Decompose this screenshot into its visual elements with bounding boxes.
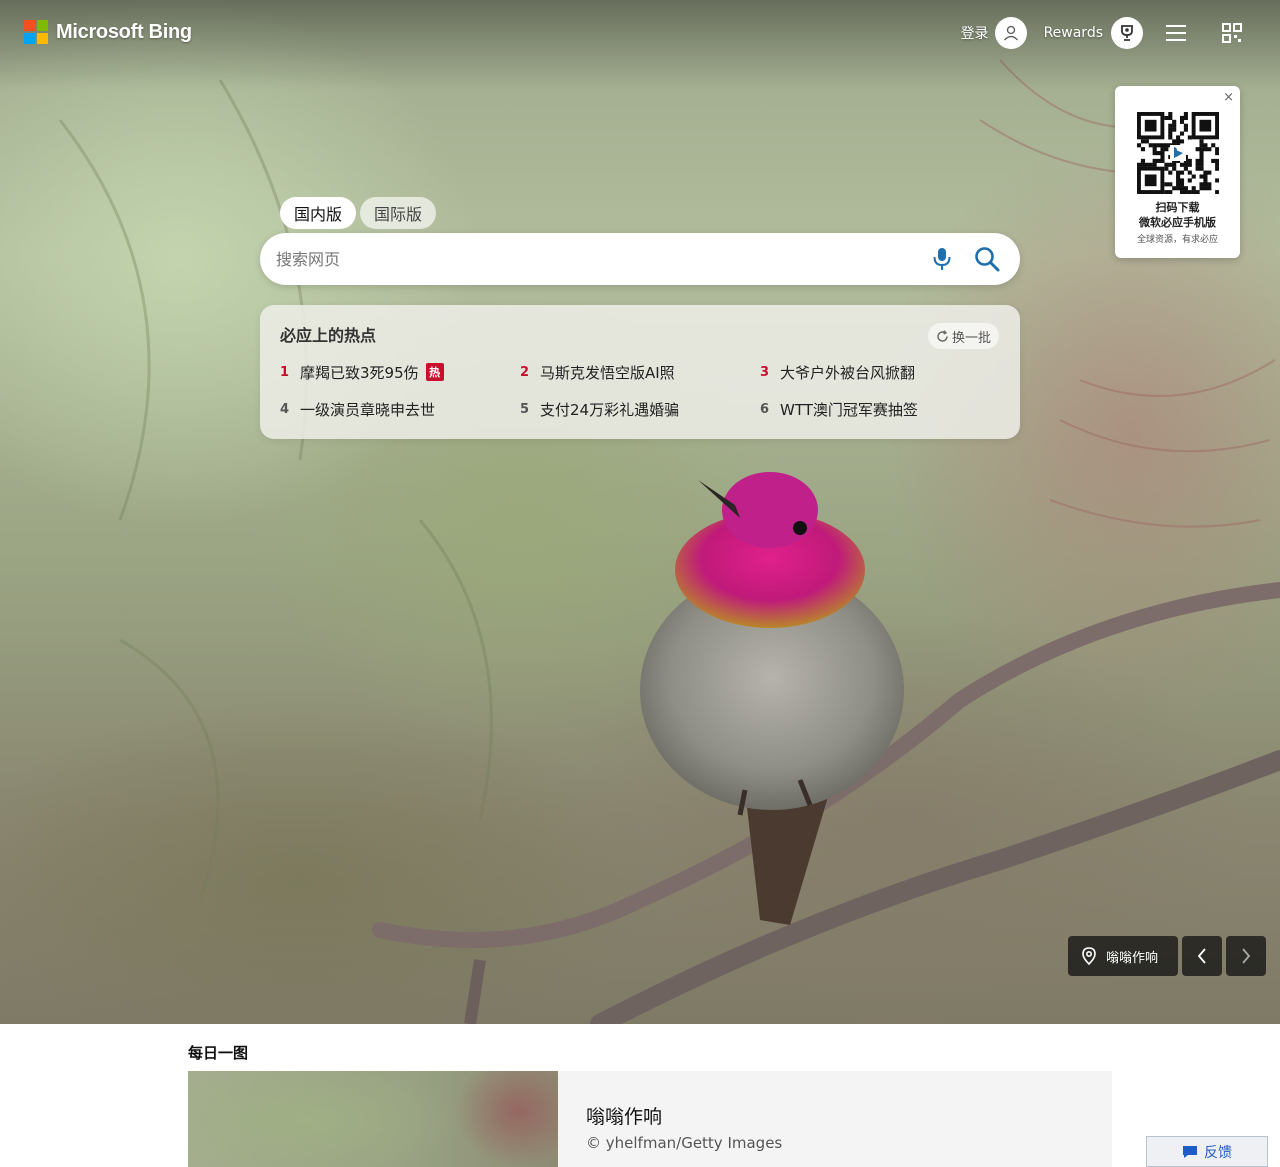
trending-rank: 4	[280, 401, 290, 417]
trending-item-3[interactable]: 3 大爷户外被台风掀翻	[760, 361, 915, 383]
daily-image-card[interactable]: 嗡嗡作响 © yhelfman/Getty Images	[188, 1071, 1112, 1167]
tab-international[interactable]: 国际版	[360, 197, 437, 229]
qr-code-icon[interactable]	[1222, 23, 1242, 43]
trending-item-4[interactable]: 4 一级演员章晓申去世	[280, 398, 435, 420]
bing-logo[interactable]: Microsoft Bing	[24, 20, 192, 44]
image-location-button[interactable]: 嗡嗡作响	[1068, 936, 1178, 976]
daily-image-thumbnail[interactable]	[188, 1071, 558, 1167]
feedback-label: 反馈	[1204, 1144, 1232, 1161]
chevron-right-icon	[1242, 948, 1251, 964]
trending-item-2[interactable]: 2 马斯克发悟空版AI照	[520, 361, 675, 383]
trending-text: 马斯克发悟空版AI照	[540, 363, 675, 382]
daily-image-credit: © yhelfman/Getty Images	[586, 1134, 783, 1152]
previous-image-button[interactable]	[1182, 936, 1222, 976]
hummingbird-scene	[58, 59, 1280, 1024]
header-actions: 登录 Rewards	[961, 16, 1242, 50]
trending-text: 一级演员章晓申去世	[300, 400, 436, 419]
trending-text: WTT澳门冠军赛抽签	[780, 400, 918, 419]
user-icon	[994, 17, 1027, 49]
trending-text: 大爷户外被台风掀翻	[780, 363, 916, 382]
trending-title: 必应上的热点	[280, 326, 377, 345]
hamburger-menu-icon[interactable]	[1166, 21, 1190, 45]
trending-item-1[interactable]: 1 摩羯已致3死95伤 热	[280, 361, 444, 383]
feedback-button[interactable]: 反馈	[1146, 1136, 1268, 1167]
rewards-trophy-icon	[1111, 17, 1143, 49]
trending-item-5[interactable]: 5 支付24万彩礼遇婚骗	[520, 398, 679, 420]
search-box	[260, 233, 1020, 285]
search-scope-tabs: 国内版 国际版	[280, 197, 437, 229]
daily-image-title[interactable]: 嗡嗡作响	[586, 1102, 662, 1129]
background-image	[0, 0, 1280, 1024]
qr-tagline: 全球资源，有求必应	[1136, 235, 1218, 245]
rewards-label: Rewards	[1043, 25, 1103, 41]
location-pin-icon	[1082, 947, 1096, 965]
next-image-button[interactable]	[1226, 936, 1266, 976]
microsoft-logo-icon	[24, 20, 48, 44]
qr-title: 扫码下载	[1155, 201, 1200, 214]
tab-domestic[interactable]: 国内版	[280, 197, 357, 229]
qr-code-image	[1137, 112, 1219, 194]
trending-rank: 5	[520, 401, 530, 417]
microphone-icon[interactable]	[932, 247, 952, 271]
refresh-label: 换一批	[952, 330, 992, 346]
login-label: 登录	[960, 26, 989, 42]
trending-item-6[interactable]: 6 WTT澳门冠军赛抽签	[760, 398, 918, 420]
login-button[interactable]: 登录	[961, 17, 1027, 49]
chat-bubble-icon	[1183, 1145, 1197, 1158]
hot-badge: 热	[425, 363, 444, 381]
app-download-qr-card: × 扫码下载 微软必应手机版 全球资源，有求必应	[1115, 86, 1240, 258]
brand-name: Microsoft Bing	[56, 20, 192, 43]
trending-rank: 3	[760, 364, 770, 380]
qr-subtitle: 微软必应手机版	[1139, 216, 1216, 229]
trending-panel: 必应上的热点 换一批 1 摩羯已致3死95伤 热 2 马斯克发悟空版AI照 3 …	[260, 305, 1020, 439]
trending-rank: 6	[760, 401, 770, 417]
trending-text: 支付24万彩礼遇婚骗	[540, 400, 680, 419]
refresh-trending-button[interactable]: 换一批	[928, 323, 1000, 349]
close-icon[interactable]: ×	[1223, 90, 1234, 105]
image-location-label: 嗡嗡作响	[1106, 950, 1159, 966]
search-icon[interactable]	[974, 246, 1000, 272]
trending-text: 摩羯已致3死95伤	[300, 363, 419, 382]
trending-rank: 2	[520, 364, 530, 380]
chevron-left-icon	[1197, 948, 1206, 964]
search-input[interactable]	[276, 243, 896, 275]
daily-image-heading: 每日一图	[188, 1044, 249, 1062]
trending-rank: 1	[280, 364, 290, 380]
refresh-icon	[937, 329, 948, 342]
rewards-button[interactable]: Rewards	[1044, 17, 1143, 49]
